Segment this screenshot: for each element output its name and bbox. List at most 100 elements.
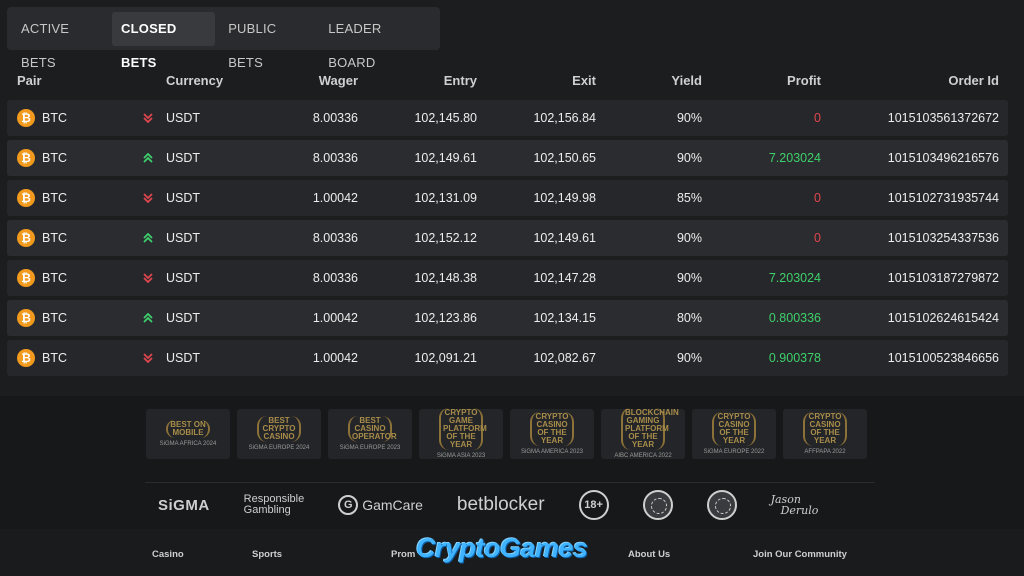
profit-cell: 0 [814, 111, 821, 125]
award-badge: BLOCKCHAIN GAMING PLATFORM OF THE YEAR AI… [601, 408, 685, 459]
award-badge: BEST CRYPTO CASINO SiGMA EUROPE 2024 [237, 409, 321, 459]
order-id-cell: 1015102731935744 [887, 191, 999, 205]
partner-logos: SiGMA Responsible Gambling G GamCare bet… [158, 488, 852, 522]
sigma-logo[interactable]: SiGMA [158, 497, 210, 514]
award-title: BEST CRYPTO CASINO [257, 416, 301, 442]
yield-cell: 90% [676, 231, 702, 245]
bitcoin-icon: ₿ [17, 189, 35, 207]
award-org: SiGMA ASIA 2023 [436, 453, 486, 459]
order-id-cell: 1015103496216576 [887, 151, 999, 165]
award-org: SiGMA EUROPE 2023 [339, 445, 401, 451]
profit-cell: 7.203024 [768, 151, 821, 165]
wager-cell: 8.00336 [312, 151, 358, 165]
pair-label: BTC [42, 231, 67, 245]
footer-link-about[interactable]: About Us [628, 549, 670, 560]
table-row[interactable]: ₿ BTC USDT 1.00042 102,131.09 102,149.98 85% 0 1… [7, 180, 1008, 216]
signature-line2: Derulo [780, 504, 819, 517]
betblocker-logo[interactable]: betblocker [457, 494, 545, 516]
award-org: SiGMA EUROPE 2022 [703, 449, 765, 455]
brand-logo[interactable]: CryptoGames [416, 533, 588, 564]
yield-cell: 80% [676, 311, 702, 325]
bitcoin-icon: ₿ [17, 349, 35, 367]
footer-link-sports[interactable]: Sports [252, 549, 282, 560]
award-title: CRYPTO GAME PLATFORM OF THE YEAR [439, 408, 487, 450]
wager-cell: 8.00336 [312, 271, 358, 285]
pair-cell: ₿ BTC [7, 109, 129, 127]
bitcoin-icon: ₿ [17, 309, 35, 327]
club-seal-icon[interactable] [706, 490, 737, 520]
tab-active-bets[interactable]: ACTIVE BETS [12, 12, 108, 70]
award-org: AIBC AMERICA 2022 [614, 453, 672, 459]
award-org: SiGMA EUROPE 2024 [248, 445, 310, 451]
award-title: CRYPTO CASINO OF THE YEAR [712, 412, 756, 446]
award-org: SiGMA AMERICA 2023 [520, 449, 584, 455]
license-seal-icon[interactable] [642, 490, 673, 520]
yield-cell: 90% [676, 351, 702, 365]
currency-cell: USDT [166, 271, 201, 285]
table-row[interactable]: ₿ BTC USDT 8.00336 102,148.38 102,147.28 90% 7.… [7, 260, 1008, 296]
footer-divider [145, 482, 875, 483]
order-id-cell: 1015100523846656 [887, 351, 999, 365]
pair-cell: ₿ BTC [7, 189, 129, 207]
table-row[interactable]: ₿ BTC USDT 1.00042 102,123.86 102,134.15 80% 0.… [7, 300, 1008, 336]
currency-cell: USDT [166, 191, 201, 205]
double-chevron-down-icon [129, 272, 166, 284]
header-profit: Profit [787, 72, 821, 88]
table-header: Pair Currency Wager Entry Exit Yield Pro… [7, 60, 1008, 100]
table-body: ₿ BTC USDT 8.00336 102,145.80 102,156.84 90% 0 1… [7, 100, 1008, 376]
header-order-id: Order Id [948, 72, 999, 88]
exit-cell: 102,149.98 [533, 191, 596, 205]
bitcoin-icon: ₿ [17, 109, 35, 127]
exit-cell: 102,082.67 [533, 351, 596, 365]
header-entry: Entry [443, 72, 477, 88]
award-title: BEST ON MOBILE [166, 420, 210, 438]
yield-cell: 90% [676, 271, 702, 285]
gamcare-icon: G [338, 495, 359, 515]
exit-cell: 102,149.61 [533, 231, 596, 245]
currency-cell: USDT [166, 111, 201, 125]
pair-label: BTC [42, 111, 67, 125]
double-chevron-down-icon [129, 352, 166, 364]
profit-cell: 0 [814, 191, 821, 205]
footer-link-promotions[interactable]: Prom [391, 549, 415, 560]
yield-cell: 90% [676, 111, 702, 125]
wager-cell: 1.00042 [312, 311, 358, 325]
exit-cell: 102,150.65 [533, 151, 596, 165]
footer-link-community[interactable]: Join Our Community [753, 549, 847, 560]
table-row[interactable]: ₿ BTC USDT 1.00042 102,091.21 102,082.67 90% 0.… [7, 340, 1008, 376]
award-badge: BEST CASINO OPERATOR SiGMA EUROPE 2023 [328, 409, 412, 459]
responsible-gambling-logo[interactable]: Responsible Gambling [244, 494, 305, 516]
pair-label: BTC [42, 311, 67, 325]
pair-label: BTC [42, 191, 67, 205]
tab-closed-bets[interactable]: CLOSED BETS [112, 11, 216, 70]
awards-strip: BEST ON MOBILE SiGMA AFRICA 2024 BEST CRYP… [146, 408, 874, 459]
entry-cell: 102,131.09 [414, 191, 477, 205]
currency-cell: USDT [166, 311, 201, 325]
pair-label: BTC [42, 271, 67, 285]
wager-cell: 8.00336 [312, 231, 358, 245]
tab-leader-board[interactable]: LEADER BOARD [319, 12, 431, 70]
footer: BEST ON MOBILE SiGMA AFRICA 2024 BEST CRYP… [0, 396, 1024, 576]
award-title: CRYPTO CASINO OF THE YEAR [803, 412, 847, 446]
entry-cell: 102,152.12 [414, 231, 477, 245]
yield-cell: 85% [676, 191, 702, 205]
table-row[interactable]: ₿ BTC USDT 8.00336 102,149.61 102,150.65 90% 7.… [7, 140, 1008, 176]
gamcare-logo[interactable]: G GamCare [338, 495, 423, 515]
order-id-cell: 1015103187279872 [887, 271, 999, 285]
table-row[interactable]: ₿ BTC USDT 8.00336 102,145.80 102,156.84 90% 0 1… [7, 100, 1008, 136]
order-id-cell: 1015103561372672 [887, 111, 999, 125]
double-chevron-down-icon [129, 112, 166, 124]
currency-cell: USDT [166, 231, 201, 245]
wager-cell: 8.00336 [312, 111, 358, 125]
currency-cell: USDT [166, 351, 201, 365]
closed-bets-table: Pair Currency Wager Entry Exit Yield Pro… [7, 60, 1008, 380]
exit-cell: 102,134.15 [533, 311, 596, 325]
pair-label: BTC [42, 151, 67, 165]
double-chevron-down-icon [129, 192, 166, 204]
footer-link-casino[interactable]: Casino [152, 549, 184, 560]
profit-cell: 7.203024 [768, 271, 821, 285]
tab-public-bets[interactable]: PUBLIC BETS [219, 12, 315, 70]
double-chevron-up-icon [129, 312, 166, 324]
pair-cell: ₿ BTC [7, 349, 129, 367]
table-row[interactable]: ₿ BTC USDT 8.00336 102,152.12 102,149.61 90% 0 1… [7, 220, 1008, 256]
